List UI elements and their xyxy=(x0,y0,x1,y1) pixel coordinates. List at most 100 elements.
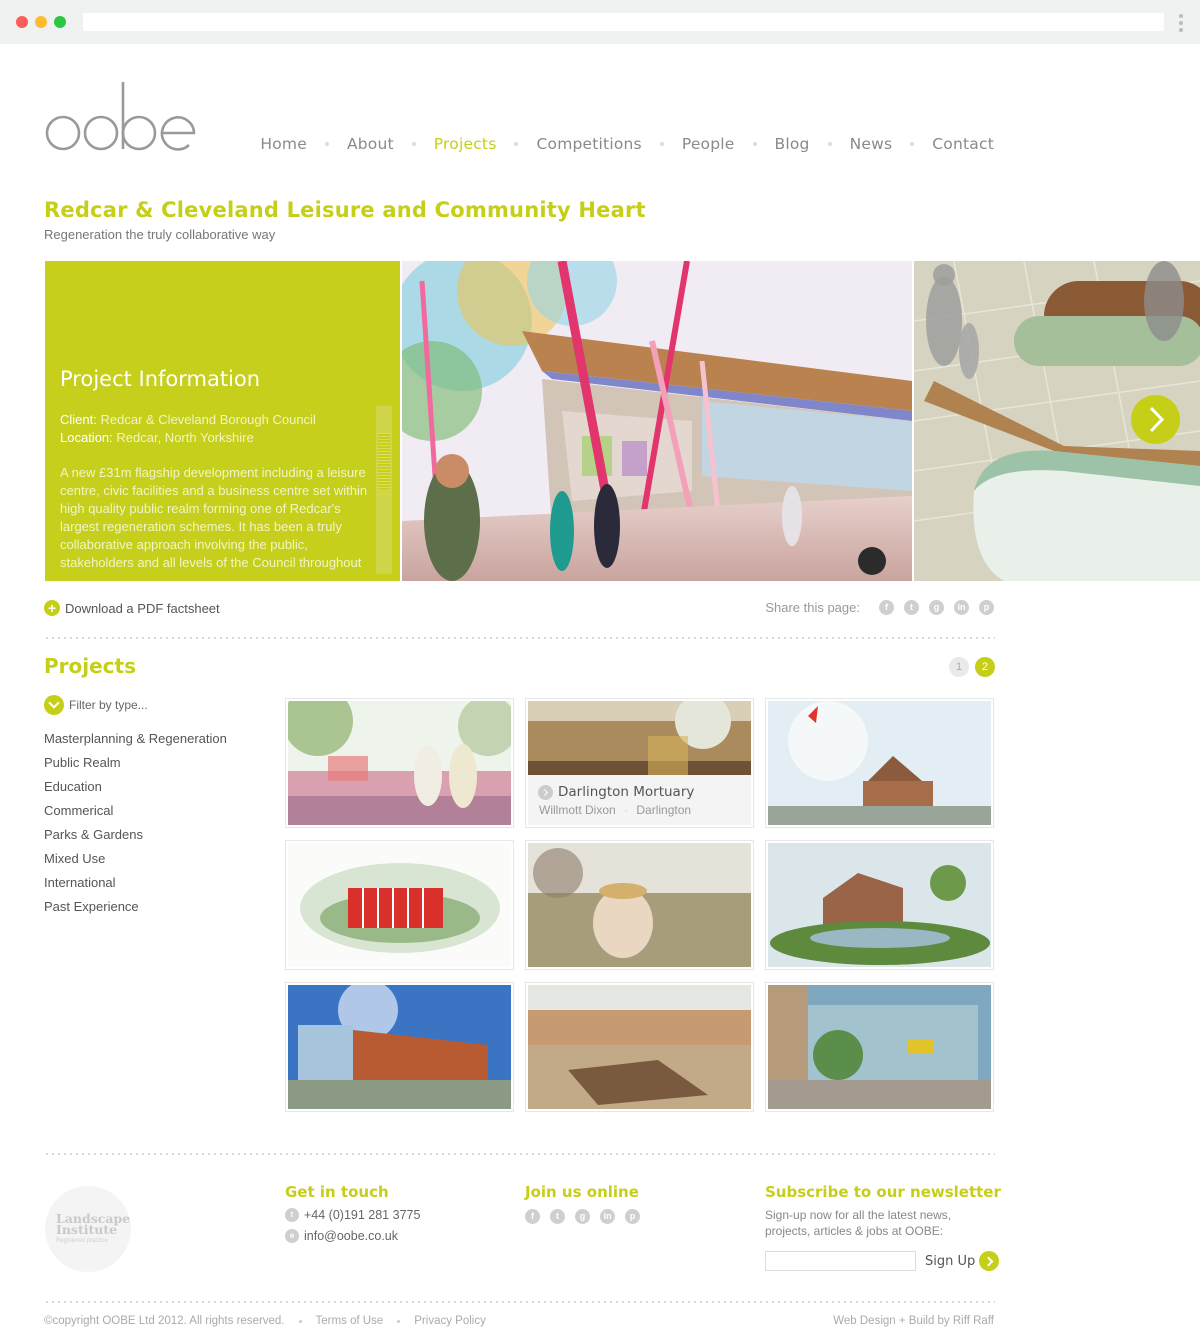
category-item[interactable]: Parks & Gardens xyxy=(44,827,227,851)
project-tile[interactable] xyxy=(525,840,754,970)
chevron-right-icon xyxy=(979,1251,1000,1271)
project-tile[interactable] xyxy=(765,840,994,970)
li-line3: Registered practice xyxy=(56,1238,108,1244)
nav-projects[interactable]: Projects xyxy=(434,135,497,153)
category-item[interactable]: Masterplanning & Regeneration xyxy=(44,731,227,755)
project-tile[interactable] xyxy=(285,698,514,828)
project-info-heading: Project Information xyxy=(60,367,261,391)
project-thumbnail xyxy=(288,985,511,1109)
category-item[interactable]: Mixed Use xyxy=(44,851,227,875)
plus-icon: + xyxy=(44,600,60,616)
nav-blog[interactable]: Blog xyxy=(775,135,810,153)
sign-up-button[interactable]: Sign Up xyxy=(925,1251,1000,1271)
maximize-window-icon[interactable] xyxy=(54,16,66,28)
sign-up-label: Sign Up xyxy=(925,1253,976,1269)
nav-contact[interactable]: Contact xyxy=(932,135,994,153)
nav-news[interactable]: News xyxy=(850,135,893,153)
project-tile[interactable] xyxy=(765,982,994,1112)
nav-separator xyxy=(910,142,915,146)
project-tile[interactable] xyxy=(285,840,514,970)
twitter-icon[interactable]: t xyxy=(904,600,919,615)
project-thumbnail xyxy=(768,985,991,1109)
project-thumbnail xyxy=(528,985,751,1109)
category-item[interactable]: Education xyxy=(44,779,227,803)
page-2-button[interactable]: 2 xyxy=(975,657,995,677)
project-tile[interactable] xyxy=(525,982,754,1112)
terms-link[interactable]: Terms of Use xyxy=(316,1315,384,1327)
copyright-text: ©copyright OOBE Ltd 2012. All rights res… xyxy=(44,1315,285,1327)
building-illustration xyxy=(402,261,912,581)
project-caption-location: Darlington xyxy=(636,803,692,817)
oobe-logo-icon xyxy=(45,82,196,151)
site-logo[interactable] xyxy=(44,80,204,159)
privacy-link[interactable]: Privacy Policy xyxy=(414,1315,486,1327)
project-info-panel: Project Information Client: Redcar & Cle… xyxy=(45,261,400,581)
projects-heading: Projects xyxy=(44,654,137,678)
pinterest-icon[interactable]: p xyxy=(979,600,994,615)
hero-image-building xyxy=(402,261,912,581)
nav-separator xyxy=(411,142,416,146)
chevron-down-icon xyxy=(44,695,64,715)
project-thumbnail xyxy=(768,843,991,967)
slider-next-button[interactable] xyxy=(1131,395,1180,444)
page-title: Redcar & Cleveland Leisure and Community… xyxy=(44,198,646,222)
browser-chrome xyxy=(0,0,1200,44)
designer-credit-link[interactable]: Web Design + Build by Riff Raff xyxy=(833,1315,994,1327)
nav-competitions[interactable]: Competitions xyxy=(536,135,641,153)
description-scrollbar[interactable] xyxy=(376,406,392,574)
project-tile[interactable] xyxy=(765,698,994,828)
close-window-icon[interactable] xyxy=(16,16,28,28)
address-bar[interactable] xyxy=(83,13,1164,31)
share-label: Share this page: xyxy=(765,600,860,615)
phone-icon: t xyxy=(285,1208,299,1222)
description-scroll-handle[interactable] xyxy=(378,433,390,489)
main-nav: Home About Projects Competitions People … xyxy=(260,133,994,155)
contact-heading: Get in touch xyxy=(285,1183,389,1201)
page-1-button[interactable]: 1 xyxy=(949,657,969,677)
google-plus-icon[interactable]: g xyxy=(575,1209,590,1224)
category-item[interactable]: International xyxy=(44,875,227,899)
pinterest-icon[interactable]: p xyxy=(625,1209,640,1224)
linkedin-icon[interactable]: in xyxy=(954,600,969,615)
legal-separator xyxy=(397,1319,401,1323)
phone-row: t +44 (0)191 281 3775 xyxy=(285,1208,420,1222)
project-caption-client: Willmott Dixon xyxy=(539,803,616,817)
newsletter-email-input[interactable] xyxy=(765,1251,916,1271)
project-caption: Darlington Mortuary Willmott Dixon · Dar… xyxy=(528,775,751,825)
page-subtitle: Regeneration the truly collaborative way xyxy=(44,227,276,242)
nav-people[interactable]: People xyxy=(682,135,735,153)
email-address[interactable]: info@oobe.co.uk xyxy=(304,1229,398,1243)
nav-home[interactable]: Home xyxy=(260,135,307,153)
project-tile[interactable] xyxy=(285,982,514,1112)
social-links: f t g in p xyxy=(525,1209,650,1224)
facebook-icon[interactable]: f xyxy=(525,1209,540,1224)
minimize-window-icon[interactable] xyxy=(35,16,47,28)
google-plus-icon[interactable]: g xyxy=(929,600,944,615)
chevron-right-icon xyxy=(1149,406,1165,433)
newsletter-heading: Subscribe to our newsletter xyxy=(765,1183,1001,1201)
project-description: A new £31m flagship development includin… xyxy=(60,465,368,570)
nav-about[interactable]: About xyxy=(347,135,394,153)
nav-separator xyxy=(827,142,832,146)
category-item[interactable]: Past Experience xyxy=(44,899,227,923)
pagination: 1 2 xyxy=(943,657,995,677)
newsletter-text: Sign-up now for all the latest news, pro… xyxy=(765,1208,952,1238)
category-item[interactable]: Public Realm xyxy=(44,755,227,779)
nav-separator xyxy=(324,142,329,146)
category-item[interactable]: Commerical xyxy=(44,803,227,827)
twitter-icon[interactable]: t xyxy=(550,1209,565,1224)
facebook-icon[interactable]: f xyxy=(879,600,894,615)
download-pdf-label: Download a PDF factsheet xyxy=(65,600,220,616)
browser-menu-icon[interactable] xyxy=(1178,14,1184,32)
project-thumbnail xyxy=(288,843,511,967)
project-tile-darlington-mortuary[interactable]: Darlington Mortuary Willmott Dixon · Dar… xyxy=(525,698,754,828)
phone-number[interactable]: +44 (0)191 281 3775 xyxy=(304,1208,420,1222)
linkedin-icon[interactable]: in xyxy=(600,1209,615,1224)
download-pdf-link[interactable]: + Download a PDF factsheet xyxy=(44,600,220,616)
social-heading: Join us online xyxy=(525,1183,639,1201)
client-value: Redcar & Cleveland Borough Council xyxy=(100,412,316,427)
divider xyxy=(44,637,995,639)
filter-toggle[interactable]: Filter by type... xyxy=(44,695,148,715)
divider xyxy=(44,1153,995,1155)
li-line2: Institute xyxy=(56,1222,118,1237)
